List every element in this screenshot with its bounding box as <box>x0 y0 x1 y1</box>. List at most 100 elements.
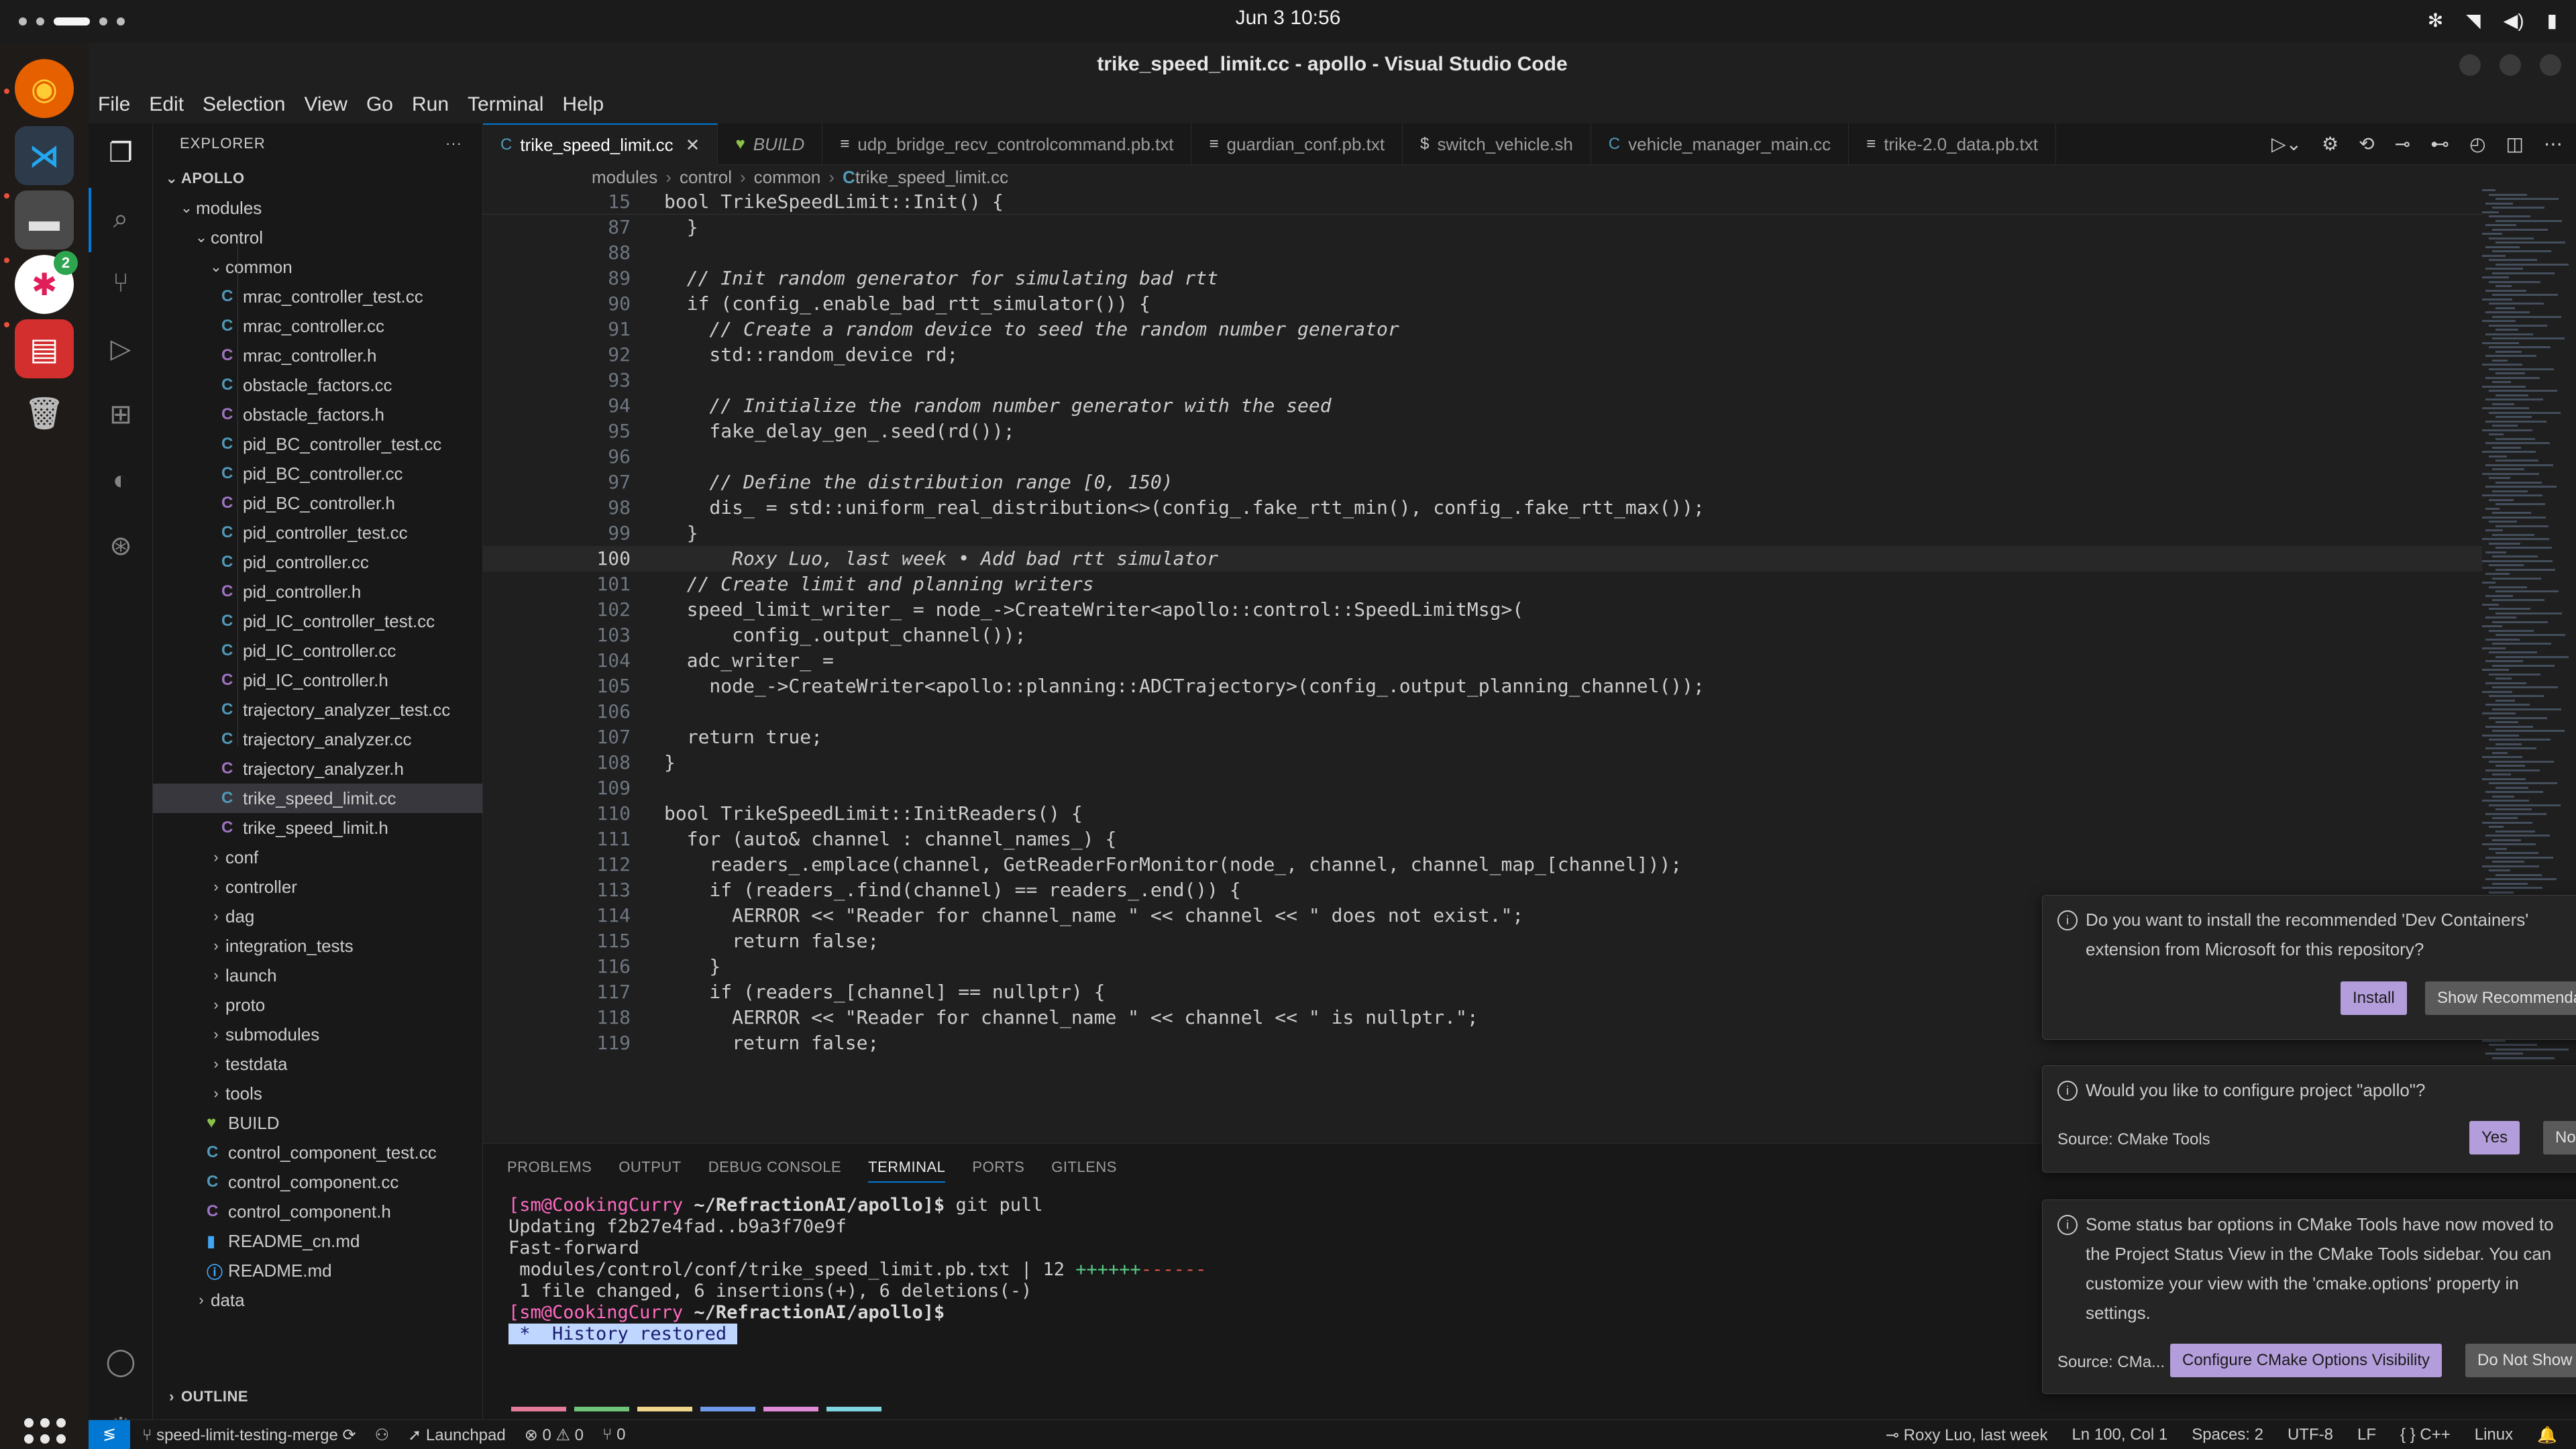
tree-folder[interactable]: › launch <box>153 961 482 990</box>
blame-indicator[interactable]: ⊸ Roxy Luo, last week <box>1886 1426 2048 1445</box>
tree-file[interactable]: Ctrajectory_analyzer.h <box>153 754 482 784</box>
tree-folder[interactable]: › tools <box>153 1079 482 1108</box>
tree-file[interactable]: Cpid_controller.cc <box>153 547 482 577</box>
breadcrumb-item[interactable]: modules <box>592 167 657 188</box>
run-icon[interactable]: ▷⌄ <box>2271 133 2302 155</box>
ports-indicator[interactable]: ⑂ 0 <box>602 1426 625 1444</box>
clock[interactable]: Jun 3 10:56 <box>0 7 2576 30</box>
maximize-button[interactable] <box>2500 54 2521 76</box>
tree-folder[interactable]: › conf <box>153 843 482 872</box>
files-icon[interactable]: ▬ <box>15 191 74 250</box>
code-line[interactable]: 111 for (auto& channel : channel_names_)… <box>483 826 2482 852</box>
extensions-icon[interactable]: ⊞ <box>105 398 137 431</box>
tree-folder[interactable]: ⌄ control <box>153 223 482 252</box>
menu-help[interactable]: Help <box>562 93 604 116</box>
code-line[interactable]: 104 adc_writer_ = <box>483 648 2482 674</box>
gitlens-commit-icon[interactable]: ⊸ <box>2395 133 2410 155</box>
close-tab-icon[interactable]: ✕ <box>686 135 700 156</box>
code-line[interactable]: 97 // Define the distribution range [0, … <box>483 470 2482 495</box>
accounts-icon[interactable]: ◯ <box>105 1346 137 1378</box>
menu-go[interactable]: Go <box>366 93 393 116</box>
slack-tray-icon[interactable]: ✻ <box>2428 9 2443 32</box>
language-mode[interactable]: { } C++ <box>2400 1426 2451 1444</box>
launchpad-item[interactable]: ➚ Launchpad <box>408 1426 506 1445</box>
tree-file[interactable]: Ccontrol_component.cc <box>153 1167 482 1197</box>
tree-file[interactable]: ⓘ README.md <box>153 1256 482 1285</box>
firefox-icon[interactable]: ◉ <box>15 59 74 118</box>
tree-folder[interactable]: ⌄ common <box>153 252 482 282</box>
panel-tab-output[interactable]: OUTPUT <box>619 1159 681 1183</box>
editor-tab[interactable]: Cvehicle_manager_main.cc <box>1591 123 1849 165</box>
notifications-bell-icon[interactable]: 🔔 <box>2537 1426 2557 1445</box>
git-graph-icon[interactable]: ⚇ <box>375 1426 390 1445</box>
panel-tab-problems[interactable]: PROBLEMS <box>507 1159 592 1183</box>
code-line[interactable]: 112 readers_.emplace(channel, GetReaderF… <box>483 852 2482 877</box>
panel-tab-terminal[interactable]: TERMINAL <box>868 1159 946 1183</box>
tree-file[interactable]: Ctrajectory_analyzer.cc <box>153 724 482 754</box>
search-icon[interactable]: ⌕ <box>105 203 137 235</box>
close-window-button[interactable] <box>2540 54 2561 76</box>
menu-terminal[interactable]: Terminal <box>468 93 543 116</box>
code-line[interactable]: 107 return true; <box>483 724 2482 750</box>
code-line[interactable]: 103 config_.output_channel()); <box>483 623 2482 648</box>
compare-icon[interactable]: ⊷ <box>2430 133 2449 155</box>
panel-tab-ports[interactable]: PORTS <box>972 1159 1024 1183</box>
tree-file[interactable]: Cpid_controller.h <box>153 577 482 606</box>
code-line[interactable]: 108} <box>483 750 2482 775</box>
end-of-line[interactable]: LF <box>2357 1426 2376 1444</box>
tree-file[interactable]: Cpid_BC_controller.h <box>153 488 482 518</box>
cursor-position[interactable]: Ln 100, Col 1 <box>2072 1426 2167 1444</box>
sticky-scroll-line[interactable]: 15 bool TrikeSpeedLimit::Init() { <box>483 189 2482 215</box>
tree-folder[interactable]: › dag <box>153 902 482 931</box>
problems-indicator[interactable]: ⊗ 0 ⚠ 0 <box>525 1426 584 1445</box>
tree-file[interactable]: Cmrac_controller.cc <box>153 311 482 341</box>
breadcrumb-item[interactable]: common <box>754 167 821 188</box>
tree-file[interactable]: Cmrac_controller_test.cc <box>153 282 482 311</box>
code-line[interactable]: 101 // Create limit and planning writers <box>483 572 2482 597</box>
gitlens-history-icon[interactable]: ⟲ <box>2359 133 2374 155</box>
tree-folder[interactable]: › proto <box>153 990 482 1020</box>
gitlens-icon[interactable]: ◐ <box>105 464 137 496</box>
breadcrumb-item[interactable]: control <box>680 167 732 188</box>
code-line[interactable]: 93 <box>483 368 2482 393</box>
code-line[interactable]: 109 <box>483 775 2482 801</box>
document-viewer-icon[interactable]: ▤ <box>15 319 74 378</box>
tree-folder[interactable]: › integration_tests <box>153 931 482 961</box>
tree-file[interactable]: ♥ BUILD <box>153 1108 482 1138</box>
tree-folder[interactable]: › submodules <box>153 1020 482 1049</box>
tree-file[interactable]: Ccontrol_component_test.cc <box>153 1138 482 1167</box>
editor-tab[interactable]: $ switch_vehicle.sh <box>1403 123 1591 165</box>
install-button[interactable]: Install <box>2341 981 2407 1015</box>
tree-folder[interactable]: › controller <box>153 872 482 902</box>
slack-icon[interactable]: ✱ 2 <box>15 251 78 314</box>
more-actions-icon[interactable]: ⋯ <box>2544 133 2563 155</box>
code-line[interactable]: 105 node_->CreateWriter<apollo::planning… <box>483 674 2482 699</box>
tree-file[interactable]: ▮ README_cn.md <box>153 1226 482 1256</box>
tree-folder[interactable]: ⌄ modules <box>153 193 482 223</box>
editor-tab[interactable]: ≡ guardian_conf.pb.txt <box>1191 123 1403 165</box>
editor-tab[interactable]: ♥ BUILD <box>718 123 823 165</box>
vscode-icon[interactable]: ⋊ <box>15 126 74 185</box>
code-line[interactable]: 102 speed_limit_writer_ = node_->CreateW… <box>483 597 2482 623</box>
panel-tab-debug-console[interactable]: DEBUG CONSOLE <box>708 1159 841 1183</box>
code-line[interactable]: 90 if (config_.enable_bad_rtt_simulator(… <box>483 291 2482 317</box>
tree-file[interactable]: Cpid_IC_controller.cc <box>153 636 482 665</box>
sidebar-section-outline[interactable]: › OUTLINE <box>153 1382 248 1411</box>
tree-file[interactable]: Cmrac_controller.h <box>153 341 482 370</box>
tree-file[interactable]: Cpid_IC_controller.h <box>153 665 482 695</box>
code-line[interactable]: 94 // Initialize the random number gener… <box>483 393 2482 419</box>
code-line[interactable]: 88 <box>483 240 2482 266</box>
tree-file[interactable]: Ctrike_speed_limit.h <box>153 813 482 843</box>
run-debug-icon[interactable]: ▷ <box>105 333 137 365</box>
menu-edit[interactable]: Edit <box>149 93 184 116</box>
code-line[interactable]: 89 // Init random generator for simulati… <box>483 266 2482 291</box>
timeline-icon[interactable]: ◴ <box>2469 133 2485 155</box>
code-line[interactable]: 110 bool TrikeSpeedLimit::InitReaders() { <box>483 801 2482 826</box>
trash-icon[interactable]: 🗑 <box>15 384 74 443</box>
panel-tab-gitlens[interactable]: GITLENS <box>1051 1159 1117 1183</box>
tree-file[interactable]: Cpid_controller_test.cc <box>153 518 482 547</box>
explorer-icon[interactable]: ❐ <box>105 137 137 169</box>
yes-button[interactable]: Yes <box>2469 1121 2520 1155</box>
tree-file[interactable]: Cobstacle_factors.cc <box>153 370 482 400</box>
menu-run[interactable]: Run <box>412 93 449 116</box>
